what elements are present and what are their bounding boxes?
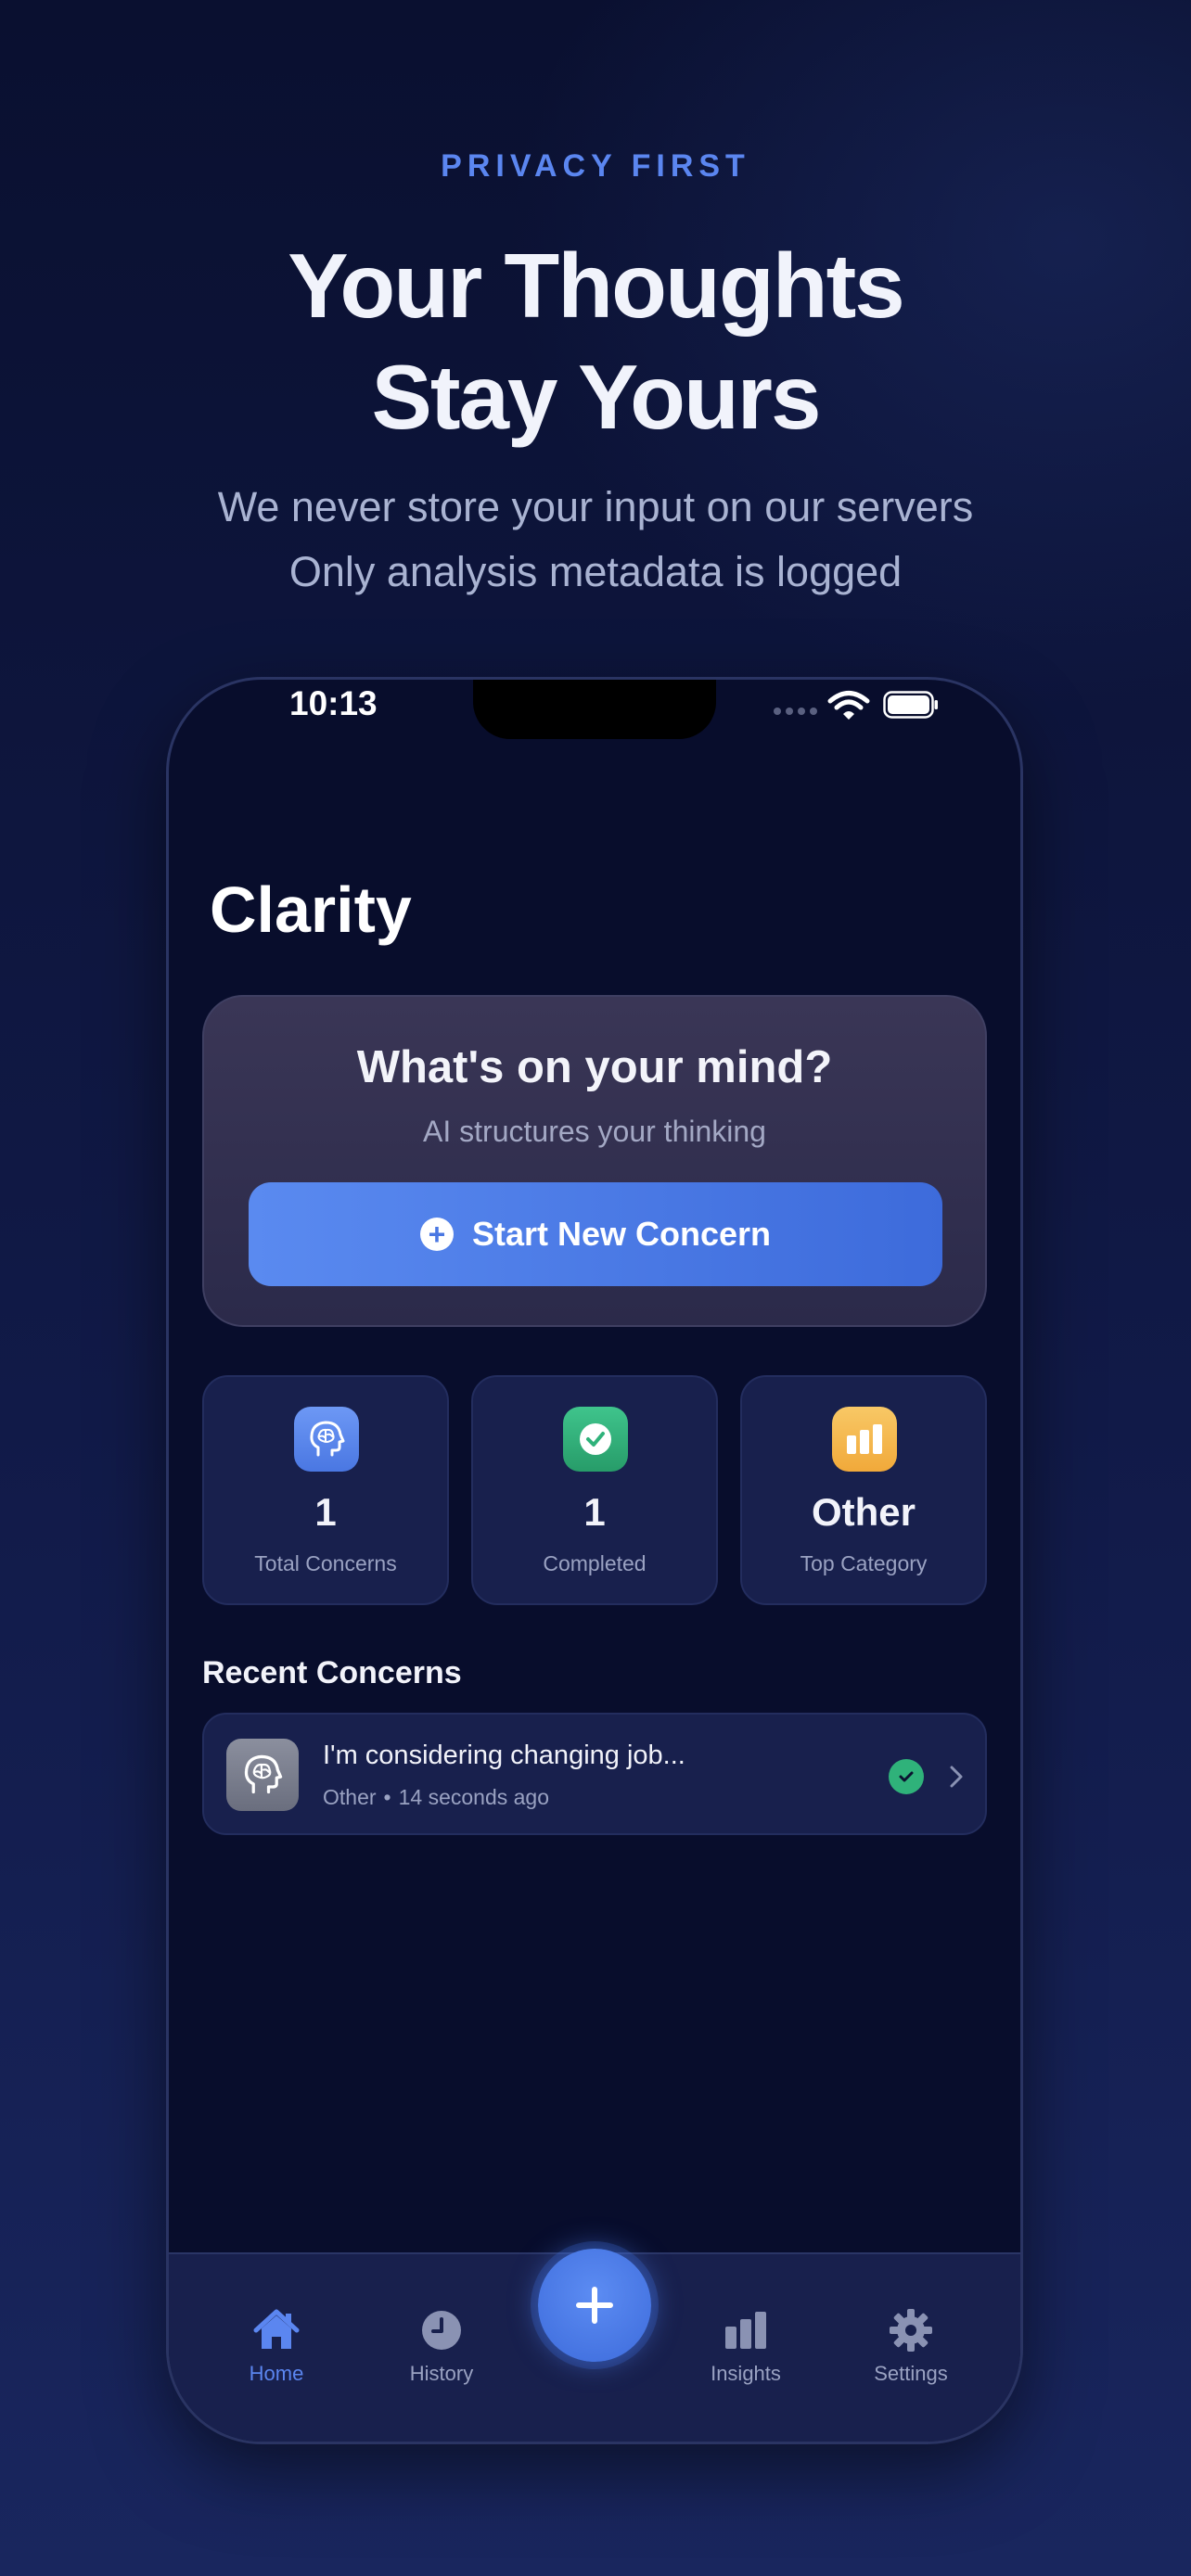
add-concern-fab-button[interactable]	[538, 2249, 651, 2362]
subline-line-1: We never store your input on our servers	[217, 483, 974, 530]
stat-value: 1	[314, 1490, 337, 1534]
meta-separator: •	[383, 1785, 391, 1809]
plus-circle-icon: +	[419, 1218, 454, 1251]
clock-icon	[422, 2311, 461, 2350]
cellular-signal-icon	[774, 708, 817, 715]
home-icon	[253, 2309, 300, 2349]
privacy-eyebrow: PRIVACY FIRST	[441, 148, 750, 184]
headline: Your Thoughts Stay Yours	[0, 230, 1191, 453]
stat-label: Total Concerns	[254, 1551, 397, 1575]
tab-settings[interactable]: Settings	[851, 2306, 971, 2386]
stat-card-top-category[interactable]: Other Top Category	[740, 1375, 987, 1605]
stat-value: 1	[583, 1490, 606, 1534]
brain-icon	[226, 1739, 299, 1811]
recent-concerns-title: Recent Concerns	[202, 1655, 462, 1690]
app-title: Clarity	[210, 874, 412, 946]
dynamic-island	[473, 680, 716, 739]
stat-card-completed[interactable]: 1 Completed	[471, 1375, 718, 1605]
phone-frame: 10:13 Clarity What's on your mind? AI st…	[169, 680, 1020, 2442]
stat-card-total-concerns[interactable]: 1 Total Concerns	[202, 1375, 449, 1605]
start-new-concern-label: Start New Concern	[471, 1215, 772, 1253]
subline: We never store your input on our servers…	[0, 475, 1191, 605]
concern-meta: Other • 14 seconds ago	[323, 1785, 549, 1810]
tab-home[interactable]: Home	[216, 2306, 337, 2386]
battery-icon	[883, 691, 938, 719]
list-item[interactable]: I'm considering changing job... Other • 14…	[202, 1713, 987, 1835]
plus-icon	[576, 2287, 613, 2324]
tab-settings-label: Settings	[874, 2362, 948, 2385]
concern-title: I'm considering changing job...	[323, 1741, 685, 1770]
bar-chart-icon	[725, 2312, 766, 2349]
tab-history-label: History	[409, 2362, 474, 2385]
tab-insights[interactable]: Insights	[685, 2306, 806, 2386]
tab-insights-label: Insights	[711, 2362, 781, 2385]
stat-label: Completed	[543, 1551, 647, 1575]
headline-line-1: Your Thoughts	[288, 235, 905, 337]
stat-label: Top Category	[800, 1551, 928, 1575]
tab-home-label: Home	[249, 2362, 304, 2385]
concern-category: Other	[323, 1785, 377, 1809]
start-new-concern-button[interactable]: + Start New Concern	[249, 1182, 942, 1286]
brain-icon	[294, 1407, 359, 1472]
subline-line-2: Only analysis metadata is logged	[288, 548, 903, 595]
stat-value: Other	[811, 1490, 916, 1534]
check-badge-icon	[563, 1407, 628, 1472]
hero-subtitle: AI structures your thinking	[423, 1115, 766, 1148]
gear-icon	[890, 2309, 932, 2352]
bar-chart-icon	[832, 1407, 897, 1472]
hero-title: What's on your mind?	[356, 1042, 833, 1092]
tab-history[interactable]: History	[381, 2306, 502, 2386]
status-time: 10:13	[289, 684, 378, 722]
wifi-icon	[827, 691, 870, 720]
hero-card: What's on your mind? AI structures your …	[202, 995, 987, 1327]
completed-check-icon	[889, 1759, 924, 1794]
chevron-right-icon	[950, 1766, 963, 1788]
headline-line-2: Stay Yours	[371, 346, 822, 448]
concern-time: 14 seconds ago	[398, 1785, 549, 1809]
